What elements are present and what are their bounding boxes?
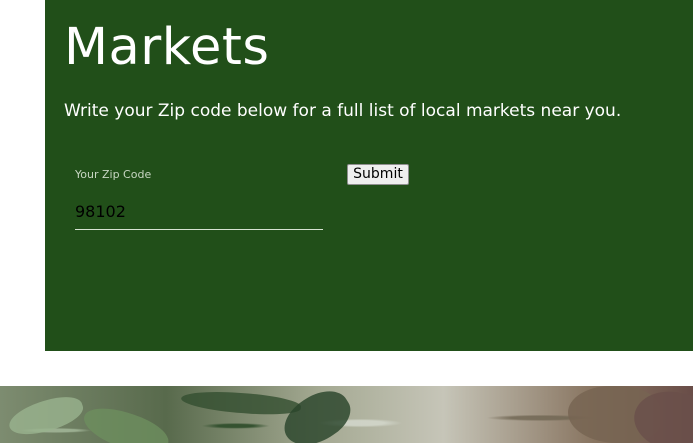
zip-code-input[interactable] [75, 193, 323, 230]
market-search-instructions: Write your Zip code below for a full lis… [64, 101, 622, 121]
leaf-shape [78, 400, 174, 443]
markets-page: Markets Write your Zip code below for a … [0, 0, 693, 443]
leaf-shape [275, 386, 359, 443]
markets-panel: Markets Write your Zip code below for a … [45, 0, 693, 351]
leaf-shape [180, 388, 302, 418]
zip-code-label: Your Zip Code [75, 168, 152, 181]
submit-button[interactable]: Submit [347, 164, 409, 185]
page-title: Markets [64, 18, 270, 77]
vegetables-photo [0, 386, 693, 443]
leaf-shape [5, 389, 87, 443]
